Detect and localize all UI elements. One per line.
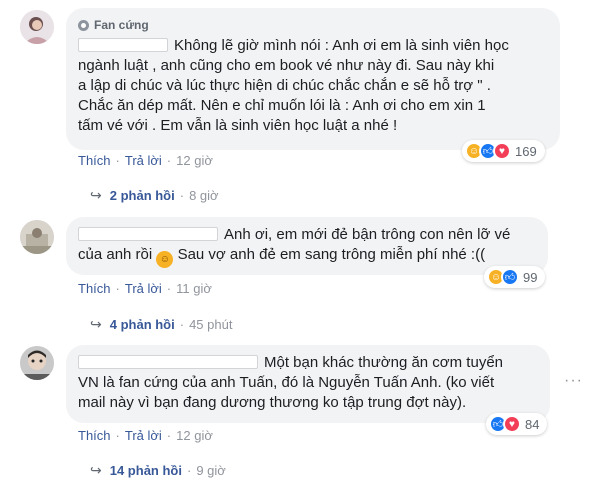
commenter-name[interactable] <box>78 38 168 52</box>
replies-time: 9 giờ <box>196 463 226 478</box>
view-replies[interactable]: ↪ 14 phản hồi · 9 giờ <box>90 462 226 479</box>
comment-text: Không lẽ giờ mình nói : Anh ơi em là sin… <box>78 37 509 134</box>
separator: · <box>179 317 185 332</box>
separator: · <box>179 188 185 203</box>
more-options-icon[interactable]: ··· <box>564 372 583 390</box>
reaction-summary[interactable]: ☺ 👍︎ ♥ 169 <box>462 140 545 162</box>
replies-count[interactable]: 4 phản hồi <box>110 317 175 332</box>
reaction-summary[interactable]: ☺ 👍︎ 99 <box>484 266 546 288</box>
reply-link[interactable]: Trả lời <box>125 281 162 296</box>
like-link[interactable]: Thích <box>78 281 111 296</box>
commenter-name[interactable] <box>78 227 218 241</box>
timestamp[interactable]: 11 giờ <box>176 281 212 296</box>
comment-bubble: Fan cứng Không lẽ giờ mình nói : Anh ơi … <box>66 8 560 150</box>
comment-actions: Thích · Trả lời · 12 giờ <box>78 428 213 443</box>
comment-actions: Thích · Trả lời · 12 giờ <box>78 153 213 168</box>
view-replies[interactable]: ↪ 4 phản hồi · 45 phút <box>90 316 232 333</box>
comment-bubble: Một bạn khác thường ăn cơm tuyển VN là f… <box>66 345 550 423</box>
avatar[interactable] <box>20 346 54 380</box>
separator: · <box>115 281 120 296</box>
timestamp[interactable]: 12 giờ <box>176 153 213 168</box>
replies-time: 8 giờ <box>189 188 219 203</box>
reaction-count: 99 <box>523 269 538 285</box>
reply-link[interactable]: Trả lời <box>125 153 162 168</box>
laughing-emoji-icon: ☺ <box>156 251 174 268</box>
like-icon: 👍︎ <box>501 268 519 286</box>
comment-bubble: Anh ơi, em mới đẻ bận trông con nên lỡ v… <box>66 217 548 275</box>
reply-link[interactable]: Trả lời <box>125 428 162 443</box>
separator: · <box>166 428 172 443</box>
love-icon: ♥ <box>503 415 521 433</box>
separator: · <box>186 463 192 478</box>
replies-count[interactable]: 14 phản hồi <box>110 463 182 478</box>
separator: · <box>166 153 172 168</box>
avatar[interactable] <box>20 220 54 254</box>
like-link[interactable]: Thích <box>78 153 111 168</box>
reply-arrow-icon: ↪ <box>90 316 102 332</box>
reply-arrow-icon: ↪ <box>90 187 102 203</box>
fan-badge-icon <box>78 19 89 31</box>
comment-text: Anh ơi, em mới đẻ bận trông con nên lỡ v… <box>78 225 536 268</box>
reaction-count: 169 <box>515 143 537 159</box>
comment-text: Một bạn khác thường ăn cơm tuyển VN là f… <box>78 354 504 411</box>
like-link[interactable]: Thích <box>78 428 111 443</box>
reply-arrow-icon: ↪ <box>90 462 102 478</box>
view-replies[interactable]: ↪ 2 phản hồi · 8 giờ <box>90 187 219 204</box>
love-icon: ♥ <box>493 142 511 160</box>
reaction-count: 84 <box>525 416 540 432</box>
reaction-summary[interactable]: 👍︎ ♥ 84 <box>486 413 548 435</box>
replies-time: 45 phút <box>189 317 233 332</box>
separator: · <box>115 428 120 443</box>
comment-actions: Thích · Trả lời · 11 giờ <box>78 281 212 296</box>
separator: · <box>115 153 120 168</box>
separator: · <box>166 281 172 296</box>
avatar[interactable] <box>20 10 54 44</box>
commenter-name[interactable] <box>78 355 258 369</box>
replies-count[interactable]: 2 phản hồi <box>110 188 175 203</box>
fan-badge: Fan cứng <box>78 16 548 34</box>
timestamp[interactable]: 12 giờ <box>176 428 213 443</box>
fan-badge-label: Fan cứng <box>94 18 149 32</box>
